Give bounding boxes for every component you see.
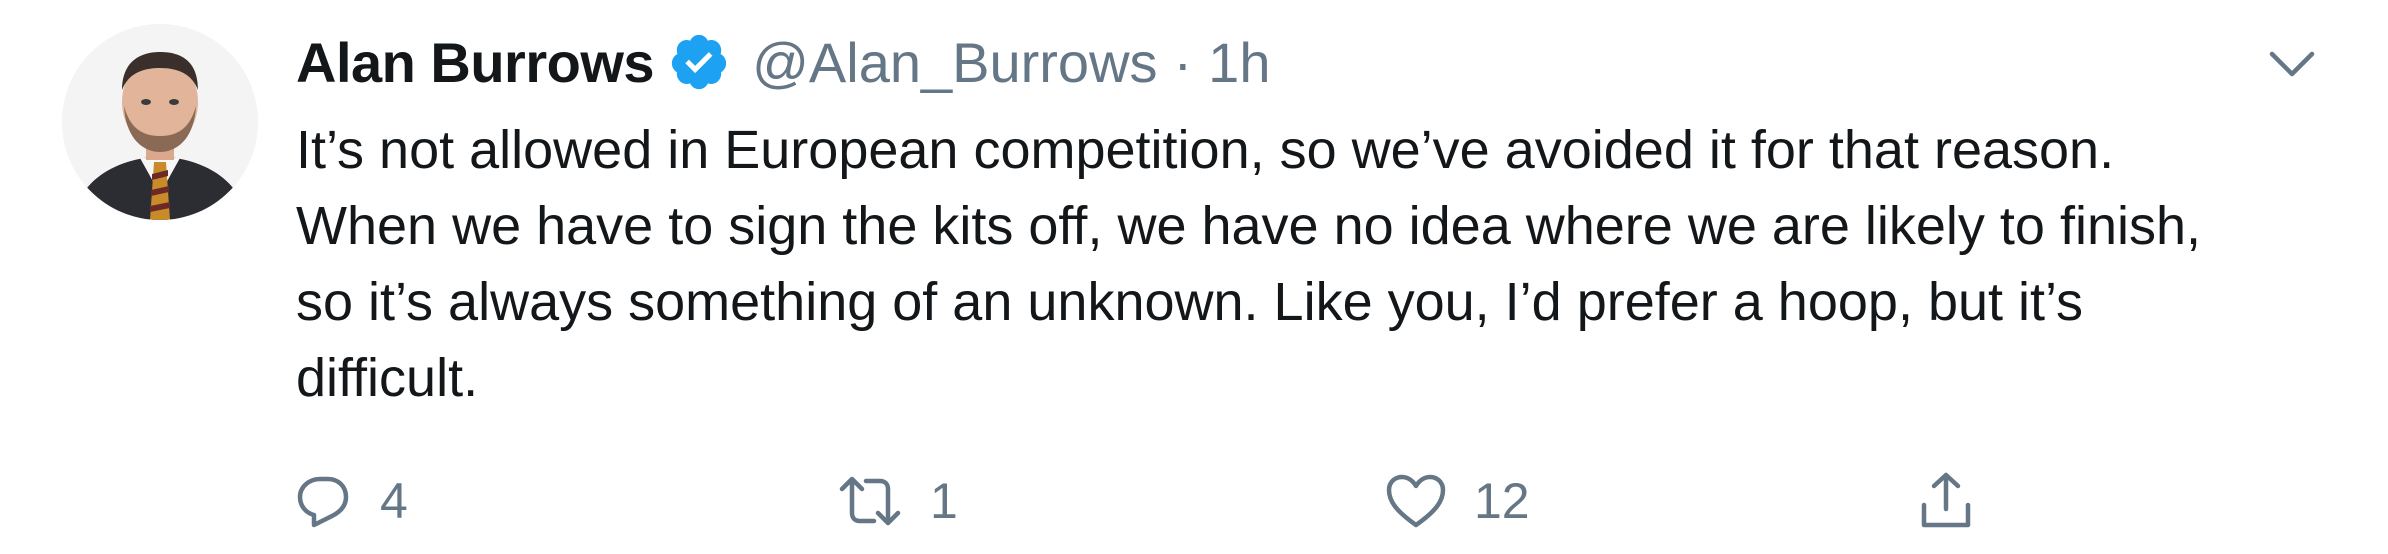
heart-icon xyxy=(1386,474,1446,528)
share-button[interactable] xyxy=(1918,458,1974,544)
share-icon xyxy=(1921,472,1971,528)
retweet-count: 1 xyxy=(930,473,958,529)
reply-button[interactable]: 4 xyxy=(296,458,408,544)
avatar[interactable] xyxy=(62,24,258,220)
tweet-text: It’s not allowed in European competition… xyxy=(296,120,2202,408)
user-handle[interactable]: @Alan_Burrows xyxy=(752,30,1157,95)
reply-count: 4 xyxy=(380,473,408,529)
like-button[interactable]: 12 xyxy=(1386,458,1530,544)
retweet-button[interactable]: 1 xyxy=(838,458,958,544)
chevron-down-icon[interactable] xyxy=(2262,34,2322,94)
timestamp[interactable]: 1h xyxy=(1208,30,1270,95)
like-count: 12 xyxy=(1474,473,1530,529)
retweet-icon xyxy=(839,476,901,526)
tweet[interactable]: Alan Burrows @Alan_Burrows · 1h It’s not… xyxy=(0,0,2388,554)
tweet-header: Alan Burrows @Alan_Burrows · 1h xyxy=(296,26,1270,98)
separator-dot: · xyxy=(1173,30,1193,94)
tweet-actions: 4 1 12 xyxy=(296,458,2016,544)
profile-photo xyxy=(62,24,258,220)
display-name[interactable]: Alan Burrows xyxy=(296,30,655,95)
reply-icon xyxy=(297,476,349,528)
verified-badge-icon xyxy=(668,31,730,93)
